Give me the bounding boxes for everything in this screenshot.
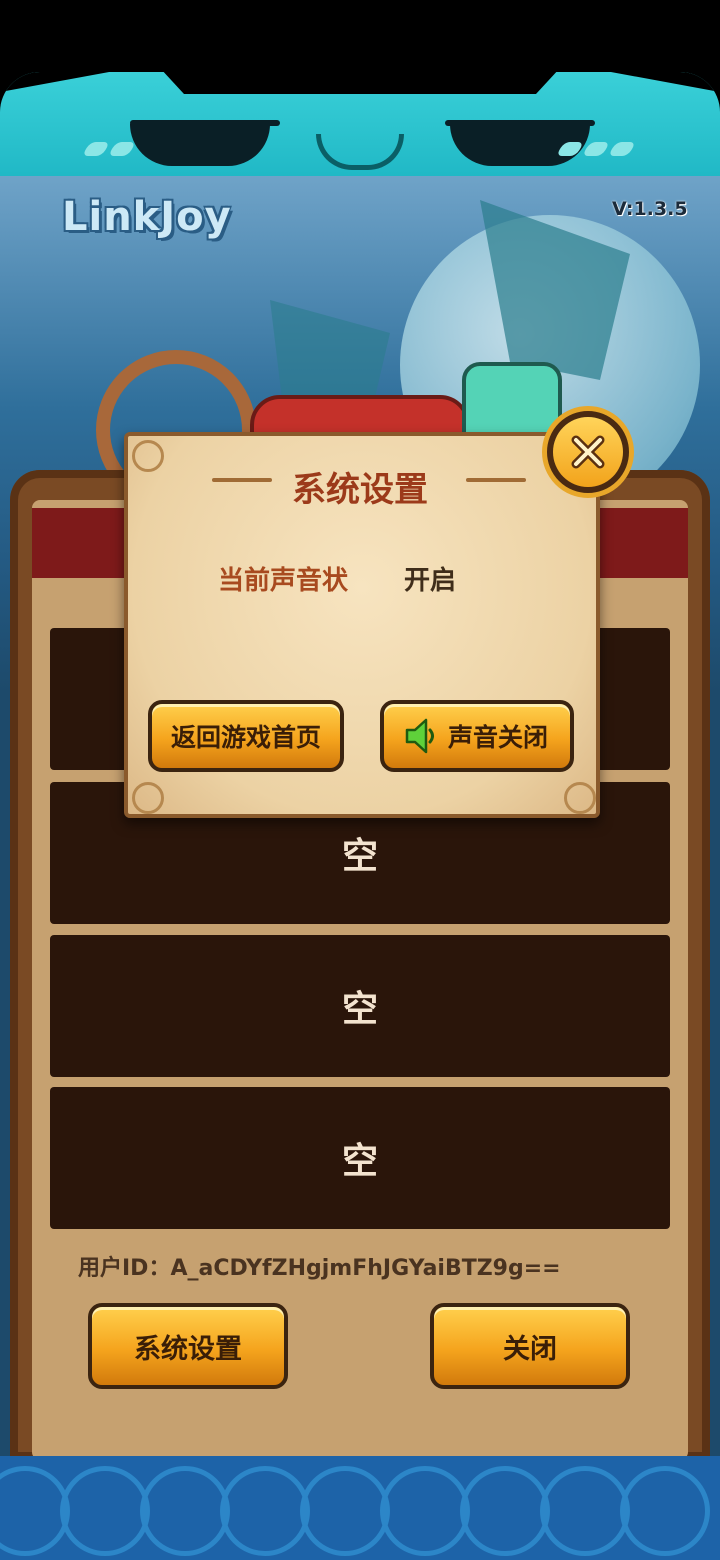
cat-head-notch (160, 72, 560, 94)
version-label: V:1.3.5 (612, 198, 688, 220)
cat-stripe (107, 142, 137, 156)
sound-off-label: 声音关闭 (448, 723, 549, 752)
dialog-title: 系统设置 (292, 470, 428, 510)
system-settings-button[interactable]: 系统设置 (88, 1303, 288, 1389)
cat-ear-right (600, 72, 720, 92)
cat-stripe (81, 142, 111, 156)
cat-eye-left (130, 124, 270, 166)
cat-mouth (316, 134, 404, 170)
sound-status-value: 开启 (404, 566, 457, 596)
wave-decoration (60, 1466, 150, 1556)
modal-corner-ornament (132, 782, 164, 814)
save-slot-label: 空 (341, 1141, 378, 1182)
dialog-close-button[interactable] (542, 406, 634, 498)
status-bar (0, 0, 720, 72)
close-icon (553, 417, 623, 487)
save-slot-label: 空 (341, 836, 378, 877)
sound-off-button[interactable]: 声音关闭 (380, 700, 574, 772)
cat-stripe (607, 142, 637, 156)
save-slot[interactable]: 空 (50, 935, 670, 1077)
return-home-button[interactable]: 返回游戏首页 (148, 700, 344, 772)
cat-face-header (0, 72, 720, 182)
wave-decoration (220, 1466, 310, 1556)
wave-decoration (540, 1466, 630, 1556)
sound-status-label: 当前声音状 (218, 566, 349, 596)
wave-decoration (380, 1466, 470, 1556)
close-button[interactable]: 关闭 (430, 1303, 630, 1389)
save-slot[interactable]: 空 (50, 1087, 670, 1229)
cat-stripe (581, 142, 611, 156)
modal-corner-ornament (132, 440, 164, 472)
user-id-label: 用户ID：A_aCDYfZHgjmFhJGYaiBTZ9g== (78, 1256, 561, 1281)
wave-decoration (300, 1466, 390, 1556)
modal-corner-ornament (564, 782, 596, 814)
wave-decoration (460, 1466, 550, 1556)
cat-ear-left (0, 72, 120, 92)
wave-decoration (140, 1466, 230, 1556)
save-slot-label: 空 (341, 989, 378, 1030)
wave-decoration (620, 1466, 710, 1556)
linkjoy-logo: LinkJoy (62, 194, 232, 240)
speaker-icon (405, 718, 434, 754)
